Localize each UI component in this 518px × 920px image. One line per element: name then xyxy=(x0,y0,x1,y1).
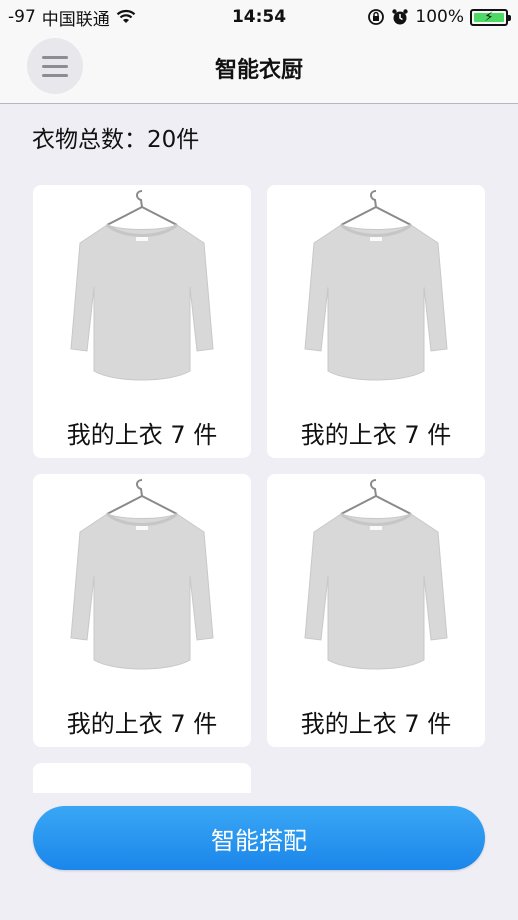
wifi-icon xyxy=(116,9,136,23)
nav-bar: 智能衣厨 xyxy=(0,34,518,104)
card-label: 我的上衣 7 件 xyxy=(300,421,452,449)
sweater-image xyxy=(33,185,251,395)
wardrobe-card-partial[interactable] xyxy=(33,763,251,793)
card-label: 我的上衣 7 件 xyxy=(300,710,452,738)
wardrobe-card[interactable]: 我的上衣 7 件 xyxy=(33,474,251,747)
sweater-image xyxy=(33,474,251,684)
wardrobe-card[interactable]: 我的上衣 7 件 xyxy=(33,185,251,458)
sweater-image xyxy=(267,474,485,684)
status-left: -97 中国联通 xyxy=(8,5,136,30)
status-bar: -97 中国联通 14:54 100% ⚡ xyxy=(0,0,518,34)
battery-icon: ⚡ xyxy=(470,8,511,26)
alarm-icon xyxy=(392,9,409,25)
wardrobe-card[interactable]: 我的上衣 7 件 xyxy=(267,474,485,747)
charging-bolt-icon: ⚡ xyxy=(484,9,494,25)
carrier-name: 中国联通 xyxy=(41,9,110,30)
card-label: 我的上衣 7 件 xyxy=(66,710,218,738)
status-right: 100% ⚡ xyxy=(367,7,511,27)
orientation-lock-icon xyxy=(368,9,385,25)
page-title: 智能衣厨 xyxy=(214,58,303,83)
card-label: 我的上衣 7 件 xyxy=(66,421,218,449)
clothes-total-count: 衣物总数：20件 xyxy=(32,127,200,153)
battery-fill: ⚡ xyxy=(474,9,504,25)
signal-strength: -97 xyxy=(8,7,36,27)
smart-match-button[interactable]: 智能搭配 xyxy=(33,806,485,870)
wardrobe-card[interactable]: 我的上衣 7 件 xyxy=(267,185,485,458)
battery-percent: 100% xyxy=(415,7,464,27)
sweater-image xyxy=(267,185,485,395)
